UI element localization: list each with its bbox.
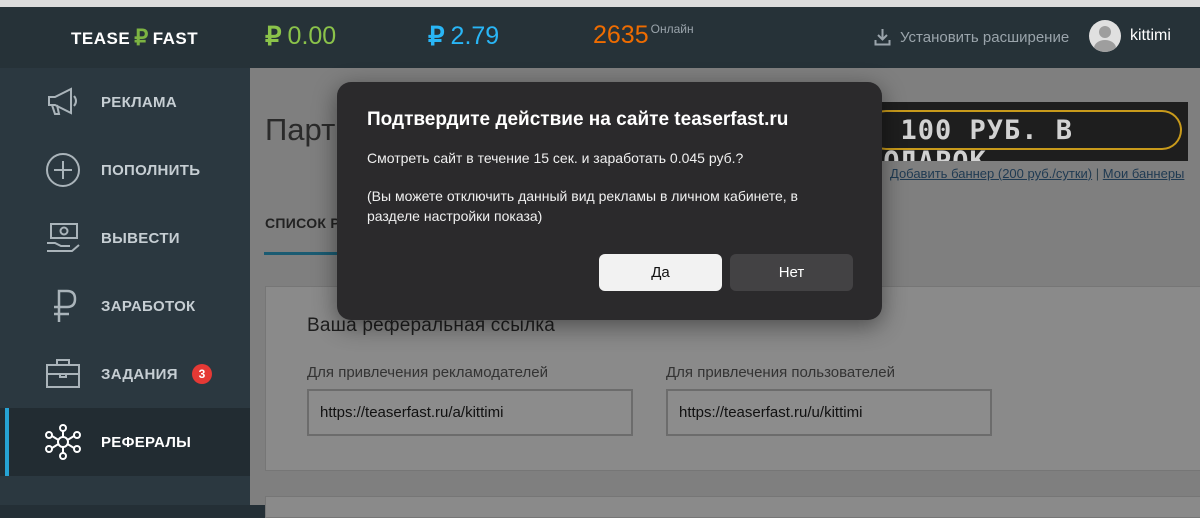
logo-text-left: TEASE [71, 29, 131, 48]
promo-banner[interactable]: И 100 РУБ. В ПОДАРОК [866, 102, 1188, 161]
logo-text-right: FAST [152, 29, 199, 48]
sidebar: РЕКЛАМА ПОПОЛНИТЬ ВЫВЕСТИ ЗАРАБОТОК ЗАДА… [0, 68, 250, 505]
network-icon [45, 424, 81, 460]
sidebar-item-ads[interactable]: РЕКЛАМА [0, 68, 250, 136]
sidebar-item-label: ЗАДАНИЯ [101, 365, 178, 383]
cash-hand-icon [47, 223, 80, 252]
sidebar-item-label: РЕКЛАМА [101, 93, 177, 111]
dialog-title: Подтвердите действие на сайте teaserfast… [367, 109, 789, 130]
link-separator: | [1095, 166, 1100, 181]
users-link-label: Для привлечения пользователей [666, 364, 895, 381]
confirm-dialog: Подтвердите действие на сайте teaserfast… [337, 82, 882, 320]
install-extension-link[interactable]: Установить расширение [874, 28, 1069, 46]
browser-tab-strip [0, 0, 1200, 7]
briefcase-icon [46, 359, 80, 388]
my-banners-link[interactable]: Мои баннеры [1103, 166, 1185, 181]
sidebar-item-deposit[interactable]: ПОПОЛНИТЬ [0, 136, 250, 204]
sidebar-item-tasks[interactable]: ЗАДАНИЯ 3 [0, 340, 250, 408]
user-menu[interactable]: kittimi [1089, 20, 1171, 52]
advertisers-link-label: Для привлечения рекламодателей [307, 364, 548, 381]
active-tab-indicator [264, 252, 344, 255]
online-count: 2635 [593, 21, 649, 49]
username: kittimi [1130, 27, 1171, 44]
sidebar-item-earnings[interactable]: ЗАРАБОТОК [0, 272, 250, 340]
plus-circle-icon [46, 153, 80, 187]
site-logo[interactable]: TEASE ₽ FAST [71, 25, 199, 51]
balance-main[interactable]: ₽ 0.00 [265, 21, 336, 52]
sidebar-item-withdraw[interactable]: ВЫВЕСТИ [0, 204, 250, 272]
advertisers-link-field[interactable]: https://teaserfast.ru/a/kittimi [307, 389, 633, 436]
users-link-field[interactable]: https://teaserfast.ru/u/kittimi [666, 389, 992, 436]
sidebar-item-label: ЗАРАБОТОК [101, 297, 196, 315]
sidebar-item-label: РЕФЕРАЛЫ [101, 433, 192, 451]
dialog-note: (Вы можете отключить данный вид рекламы … [367, 188, 798, 224]
download-icon [874, 29, 891, 46]
dialog-message: Смотреть сайт в течение 15 сек. и зарабо… [367, 150, 744, 166]
online-counter: 2635 Онлайн [593, 21, 694, 50]
balance-main-value: 0.00 [287, 22, 337, 50]
sidebar-item-label: ПОПОЛНИТЬ [101, 161, 201, 179]
sidebar-item-referrals[interactable]: РЕФЕРАЛЫ [0, 408, 250, 476]
tasks-count-badge: 3 [192, 364, 212, 384]
next-card [265, 496, 1200, 518]
confirm-no-button[interactable]: Нет [730, 254, 853, 291]
ruble-icon: ₽ [265, 21, 282, 51]
balance-ad[interactable]: ₽ 2.79 [428, 21, 499, 52]
ruble-icon: ₽ [428, 21, 445, 51]
online-label: Онлайн [650, 22, 694, 36]
install-extension-label: Установить расширение [900, 28, 1070, 46]
avatar [1089, 20, 1121, 52]
add-banner-link[interactable]: Добавить баннер (200 руб./сутки) [890, 166, 1092, 181]
confirm-yes-button[interactable]: Да [599, 254, 722, 291]
banner-links: Добавить баннер (200 руб./сутки) | Мои б… [890, 166, 1184, 181]
logo-ruble-icon: ₽ [134, 25, 149, 50]
balance-ad-value: 2.79 [450, 22, 500, 50]
sidebar-item-label: ВЫВЕСТИ [101, 229, 180, 247]
promo-banner-text: И 100 РУБ. В ПОДАРОК [866, 115, 1074, 161]
ruble-icon [54, 289, 77, 322]
top-header: TEASE ₽ FAST ₽ 0.00 ₽ 2.79 2635 Онлайн Ус… [0, 7, 1200, 68]
megaphone-icon [48, 87, 77, 115]
